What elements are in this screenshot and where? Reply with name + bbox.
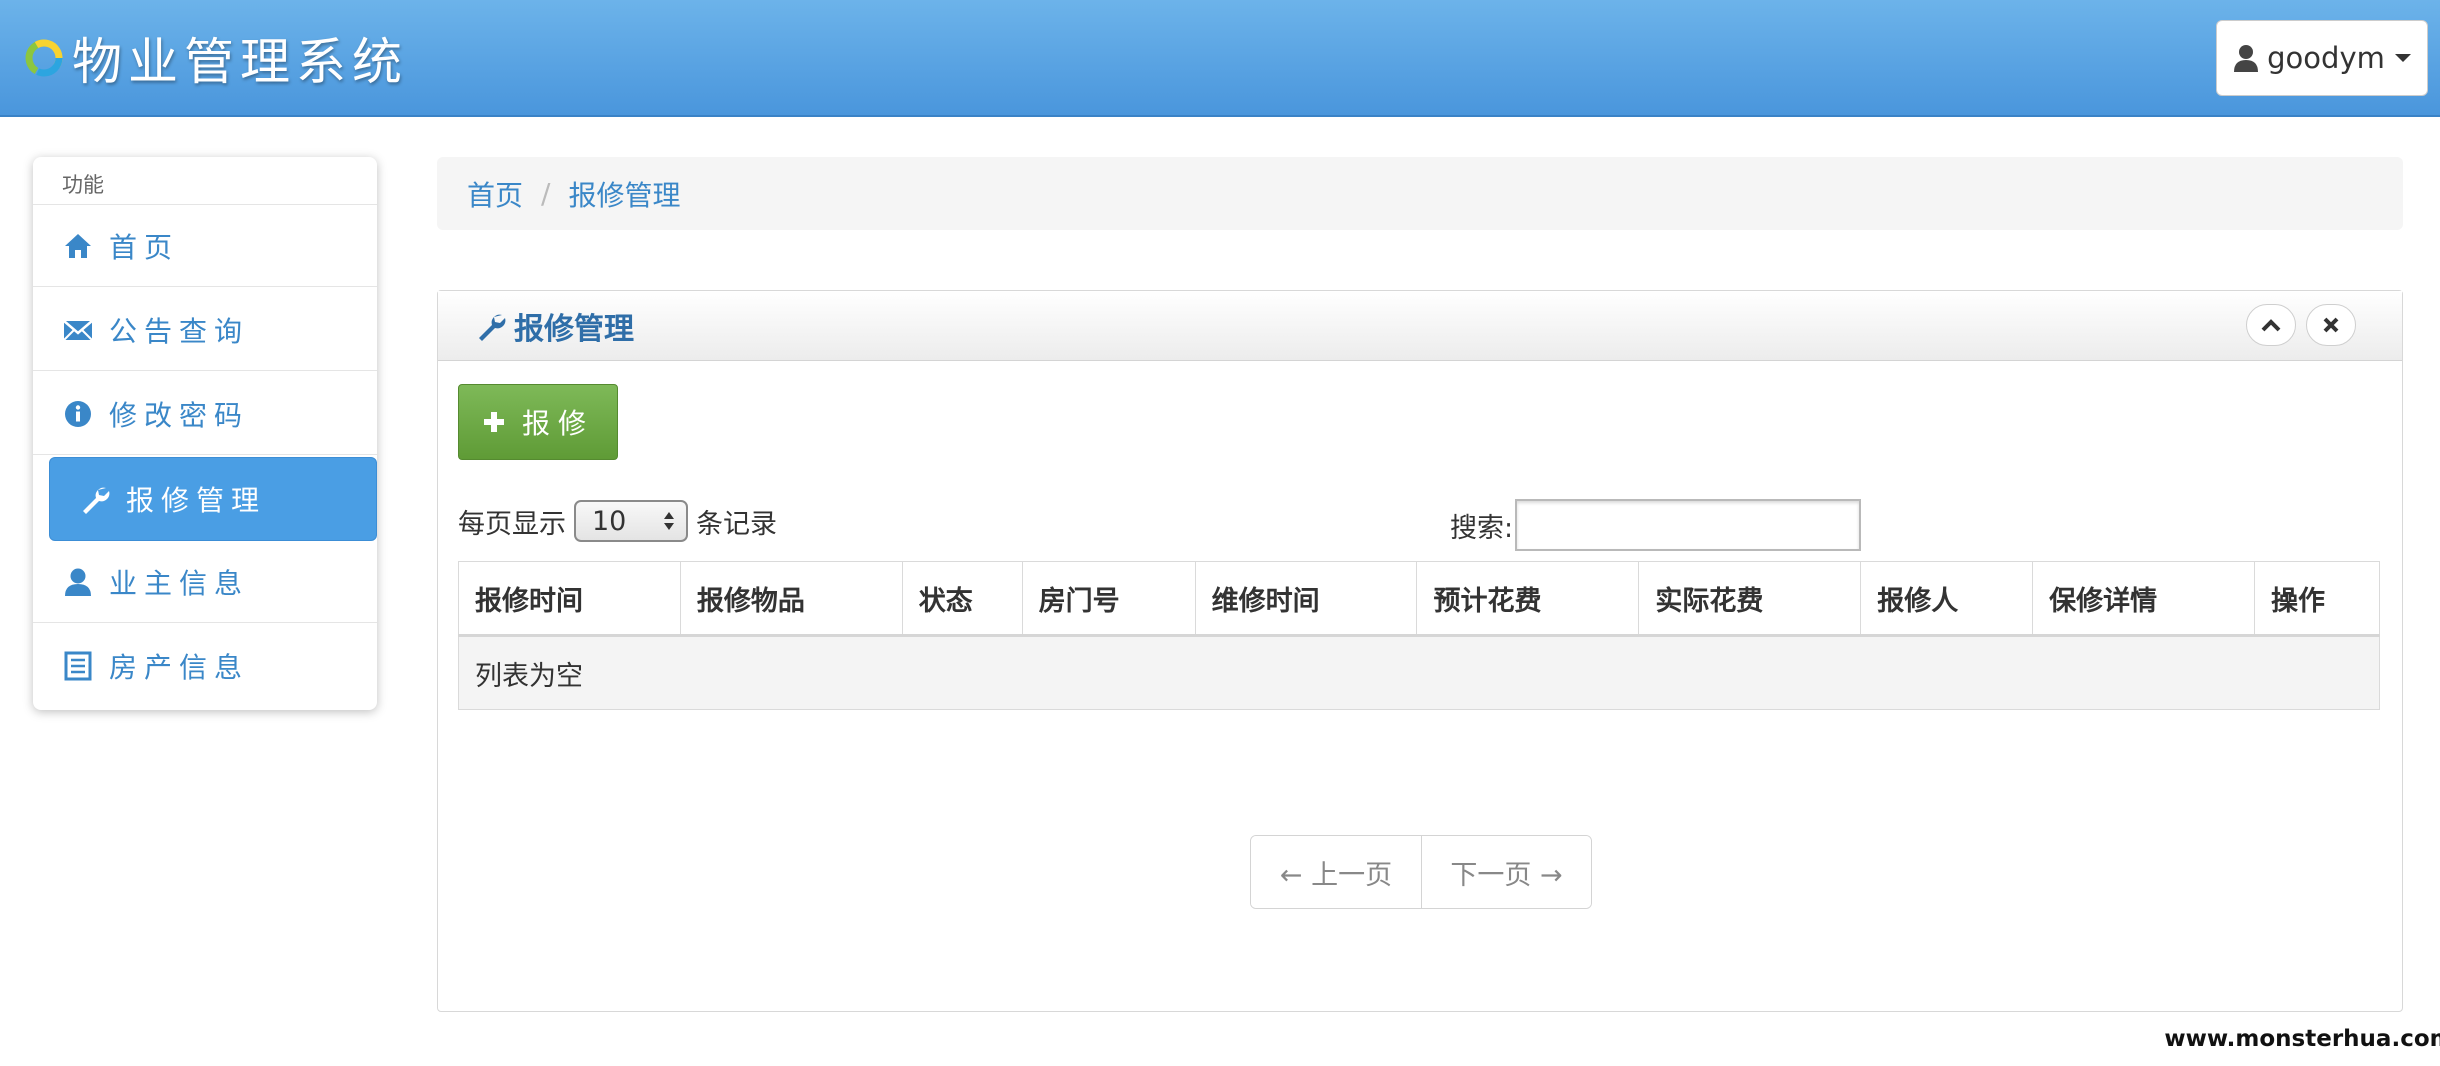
search-input[interactable]	[1515, 499, 1862, 551]
envelope-icon	[63, 319, 93, 341]
sidebar-section-label: 功能	[33, 157, 377, 205]
sidebar-item-property-info[interactable]: 房产信息	[33, 625, 377, 707]
column-header[interactable]: 操作	[2254, 561, 2380, 637]
column-header[interactable]: 报修人	[1860, 561, 2034, 637]
search-control: 搜索:	[1450, 499, 1862, 551]
column-header[interactable]: 维修时间	[1194, 561, 1418, 637]
list-icon	[64, 651, 92, 681]
wrench-icon	[479, 314, 506, 341]
column-header[interactable]: 报修时间	[458, 561, 681, 637]
breadcrumb-home-link[interactable]: 首页	[467, 174, 523, 214]
close-icon	[2323, 317, 2339, 333]
column-header[interactable]: 状态	[901, 561, 1023, 637]
updown-arrows-icon	[664, 512, 674, 530]
length-prefix-label: 每页显示	[458, 508, 566, 540]
panel-title: 报修管理	[514, 311, 634, 347]
sidebar-item-change-password[interactable]: 修改密码	[33, 373, 377, 455]
add-repair-button[interactable]: 报修	[458, 384, 618, 460]
home-icon	[65, 233, 91, 258]
pagination: ← 上一页 下一页 →	[1250, 835, 1592, 909]
sidebar-item-label: 房产信息	[109, 651, 250, 684]
sidebar-item-notices[interactable]: 公告查询	[33, 289, 377, 371]
username-label: goodym	[2267, 41, 2385, 75]
top-navbar: 物业管理系统 goodym	[0, 0, 2440, 117]
info-icon	[65, 400, 91, 427]
table-row: 列表为空	[458, 635, 2380, 710]
sidebar-item-label: 首页	[109, 230, 180, 264]
sidebar-item-label: 修改密码	[109, 398, 250, 432]
page-length-control: 每页显示 10 条记录	[458, 499, 777, 543]
column-header[interactable]: 保修详情	[2032, 561, 2255, 637]
watermark: www.monsterhua.com	[2164, 1012, 2440, 1066]
repair-panel: 报修管理 报修 每页显示 10 条记录 搜索: 报修时间 报修物品 状态 房门号…	[437, 290, 2403, 1012]
length-suffix-label: 条记录	[696, 508, 777, 540]
table-header-row: 报修时间 报修物品 状态 房门号 维修时间 预计花费 实际花费 报修人 保修详情…	[458, 561, 2380, 637]
breadcrumb-separator: /	[541, 177, 551, 210]
user-icon	[2234, 45, 2259, 72]
caret-down-icon	[2394, 54, 2411, 62]
sidebar-item-label: 报修管理	[126, 484, 267, 517]
close-panel-button[interactable]	[2306, 304, 2356, 346]
column-header[interactable]: 实际花费	[1638, 561, 1862, 637]
sidebar-item-repair-management[interactable]: 报修管理	[49, 457, 377, 541]
wrench-icon	[83, 487, 110, 514]
user-menu-button[interactable]: goodym	[2216, 20, 2428, 96]
repair-table: 报修时间 报修物品 状态 房门号 维修时间 预计花费 实际花费 报修人 保修详情…	[458, 561, 2380, 710]
sidebar: 功能 首页 公告查询 修改密码 报修管理 业主信息 房产信息	[33, 157, 377, 710]
page-length-value: 10	[592, 505, 627, 537]
search-label: 搜索:	[1450, 512, 1514, 544]
column-header[interactable]: 房门号	[1021, 561, 1196, 637]
empty-table-message: 列表为空	[458, 635, 2380, 710]
page-length-select[interactable]: 10	[574, 500, 688, 542]
app-title: 物业管理系统	[72, 33, 408, 91]
sidebar-item-label: 公告查询	[109, 314, 250, 348]
logo-icon	[25, 39, 63, 77]
add-repair-label: 报修	[521, 407, 594, 440]
breadcrumb-current[interactable]: 报修管理	[568, 174, 680, 214]
next-page-button[interactable]: 下一页 →	[1421, 836, 1591, 908]
brand[interactable]: 物业管理系统	[22, 26, 408, 91]
plus-icon	[483, 412, 504, 432]
sidebar-item-label: 业主信息	[109, 566, 250, 600]
panel-header: 报修管理	[438, 291, 2402, 361]
prev-page-button[interactable]: ← 上一页	[1251, 836, 1421, 908]
sidebar-item-home[interactable]: 首页	[33, 205, 377, 287]
collapse-button[interactable]	[2246, 304, 2296, 346]
column-header[interactable]: 报修物品	[679, 561, 903, 637]
breadcrumb: 首页 / 报修管理	[437, 157, 2403, 230]
sidebar-item-owner-info[interactable]: 业主信息	[33, 541, 377, 623]
user-icon	[65, 568, 91, 596]
column-header[interactable]: 预计花费	[1416, 561, 1640, 637]
chevron-up-icon	[2261, 319, 2281, 332]
